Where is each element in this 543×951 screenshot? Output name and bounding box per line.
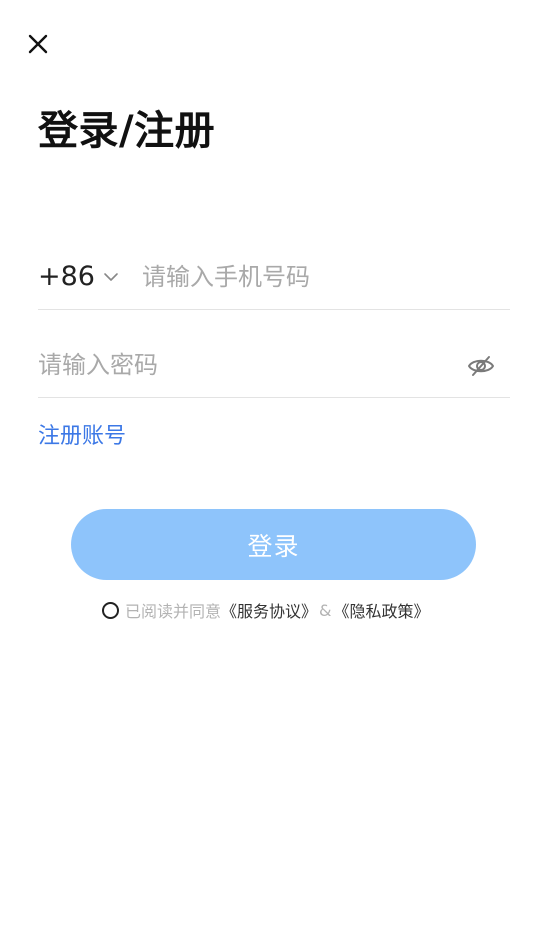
agreement-amp: & bbox=[319, 600, 332, 620]
service-agreement-link[interactable]: 《服务协议》 bbox=[221, 598, 317, 622]
country-code-selector[interactable]: +86 bbox=[38, 258, 119, 296]
register-link[interactable]: 注册账号 bbox=[38, 420, 126, 454]
agreement-prefix: 已阅读并同意 bbox=[125, 602, 222, 621]
close-icon bbox=[28, 34, 48, 54]
agreement-checkbox[interactable] bbox=[102, 601, 119, 619]
password-row bbox=[38, 332, 510, 398]
agreement-row: 已阅读并同意 《服务协议》 & 《隐私政策》 bbox=[102, 597, 430, 623]
eye-hidden-icon bbox=[468, 356, 494, 376]
privacy-policy-link[interactable]: 《隐私政策》 bbox=[334, 598, 430, 622]
chevron-down-icon bbox=[104, 273, 118, 281]
phone-input[interactable] bbox=[142, 256, 502, 298]
password-visibility-toggle[interactable] bbox=[466, 352, 496, 380]
login-page: 登录/注册 +86 注册账号 登录 已阅读并同意 《服务协议》 & 《隐私政策》 bbox=[0, 0, 543, 951]
country-code: +86 bbox=[38, 261, 95, 292]
phone-row: +86 bbox=[38, 244, 510, 310]
close-button[interactable] bbox=[24, 30, 52, 58]
password-input[interactable] bbox=[38, 344, 448, 386]
page-title: 登录/注册 bbox=[38, 108, 216, 154]
login-button[interactable]: 登录 bbox=[71, 509, 476, 580]
